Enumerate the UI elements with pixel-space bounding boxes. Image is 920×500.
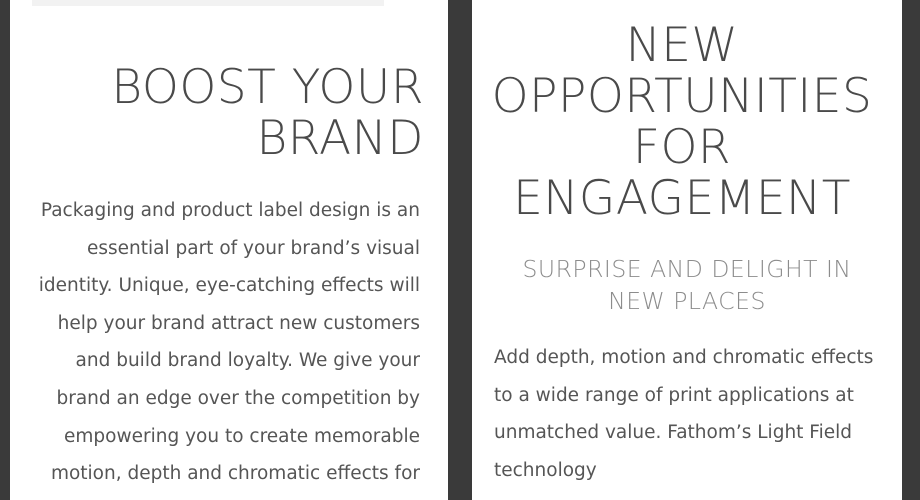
card-body-text: Add depth, motion and chromatic effects … — [494, 347, 874, 481]
engagement-opportunities-card: NEW OPPORTUNITIES FOR ENGAGEMENT SURPRIS… — [472, 0, 902, 500]
boost-your-brand-card: BOOST YOUR BRAND Packaging and product l… — [10, 0, 448, 500]
card-body-text: Packaging and product label design is an… — [38, 200, 420, 485]
page-frame: BOOST YOUR BRAND Packaging and product l… — [0, 0, 920, 500]
card-headline: NEW OPPORTUNITIES FOR ENGAGEMENT — [491, 18, 873, 226]
card-subheading: SURPRISE AND DELIGHT IN NEW PLACES — [522, 255, 852, 315]
card-headline: BOOST YOUR BRAND — [111, 60, 424, 166]
top-divider-strip — [32, 0, 384, 6]
